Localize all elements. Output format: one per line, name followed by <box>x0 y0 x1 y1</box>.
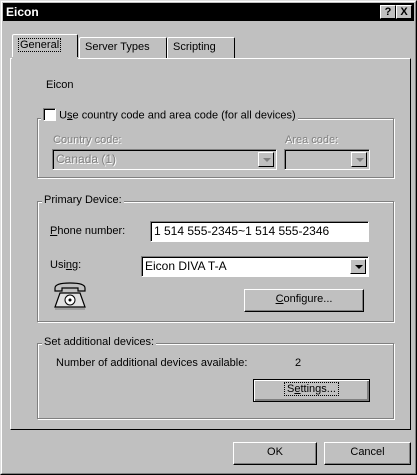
additional-devices-count: 2 <box>295 357 302 369</box>
close-button[interactable]: X <box>396 5 412 19</box>
connection-name: Eicon <box>46 79 74 91</box>
help-button[interactable]: ? <box>380 5 396 19</box>
telephone-icon <box>54 282 86 310</box>
country-code-dropdown-button[interactable] <box>258 152 274 167</box>
settings-button[interactable]: Settings... <box>253 379 370 402</box>
additional-devices-label: Set additional devices: <box>42 336 157 348</box>
area-code-dropdown[interactable] <box>284 149 370 170</box>
tab-general-label: General <box>18 38 62 52</box>
cancel-button[interactable]: Cancel <box>324 442 411 465</box>
using-label: Using: <box>50 259 82 271</box>
additional-devices-count-text: Number of additional devices available: <box>56 357 248 369</box>
device-value: Eicon DIVA T-A <box>145 259 227 273</box>
area-code-label: Area code: <box>285 134 339 146</box>
ok-button[interactable]: OK <box>233 442 317 465</box>
tab-server-types-label: Server Types <box>85 41 150 53</box>
country-code-label: Country code: <box>53 134 122 146</box>
area-code-dropdown-button[interactable] <box>351 152 367 167</box>
dialog-window: Eicon ? X General Server Types Scripting… <box>0 0 417 475</box>
chevron-down-icon <box>263 158 271 162</box>
chevron-down-icon <box>355 265 363 269</box>
phone-number-input[interactable]: 1 514 555-2345~1 514 555-2346 <box>150 221 369 242</box>
area-code-checkbox-label: Use country code and area code (for all … <box>59 109 296 122</box>
tab-server-types[interactable]: Server Types <box>79 37 167 58</box>
chevron-down-icon <box>356 158 364 162</box>
tab-scripting[interactable]: Scripting <box>167 37 235 58</box>
general-tab-panel: Eicon Use country code and area code (fo… <box>10 58 411 430</box>
primary-device-label: Primary Device: <box>42 194 124 206</box>
area-code-checkbox-row[interactable]: Use country code and area code (for all … <box>41 108 298 122</box>
device-dropdown[interactable]: Eicon DIVA T-A <box>141 256 369 277</box>
country-code-value: Canada (1) <box>56 152 117 166</box>
area-code-checkbox[interactable] <box>43 108 56 121</box>
window-title: Eicon <box>6 5 39 19</box>
country-code-dropdown[interactable]: Canada (1) <box>52 149 277 170</box>
phone-number-label: Phone number: <box>50 225 126 237</box>
configure-button[interactable]: Configure... <box>244 289 364 312</box>
device-dropdown-button[interactable] <box>350 259 366 274</box>
title-bar[interactable]: Eicon ? X <box>3 3 414 21</box>
tab-scripting-label: Scripting <box>173 41 216 53</box>
